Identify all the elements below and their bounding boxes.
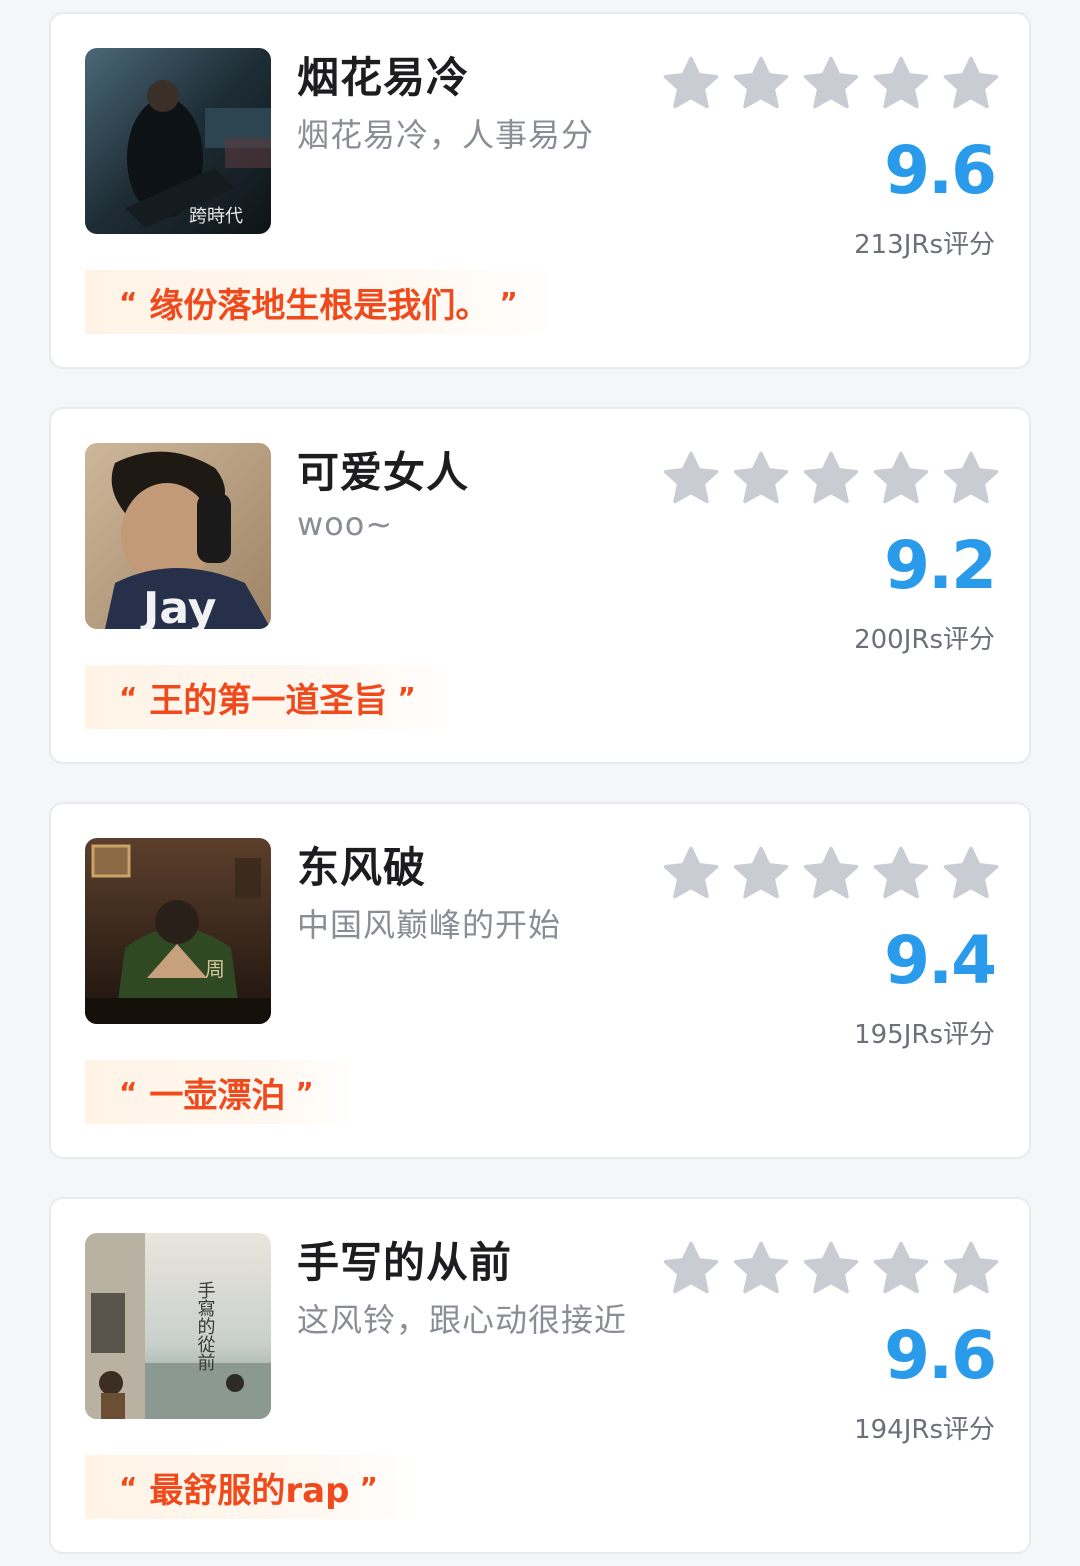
rating-stars[interactable] (661, 54, 1001, 114)
close-quote-mark: ” (397, 680, 416, 714)
average-score: 9.6 (884, 1317, 997, 1394)
cover-text: 手寫的從前 (195, 1281, 216, 1371)
star-icon[interactable] (661, 844, 721, 904)
cover-text: 周 (205, 957, 225, 981)
average-score: 9.6 (884, 132, 997, 209)
average-score: 9.2 (884, 527, 997, 604)
average-score: 9.4 (884, 922, 997, 999)
song-subtitle: 烟花易冷，人事易分 (297, 116, 595, 154)
star-icon[interactable] (731, 449, 791, 509)
album-cover: 手寫的從前 (85, 1233, 271, 1419)
rating-stars[interactable] (661, 1239, 1001, 1299)
album-cover: 跨時代 (85, 48, 271, 234)
song-title: 手写的从前 (297, 1238, 513, 1287)
comment-text: 王的第一道圣旨 (149, 680, 388, 721)
star-icon[interactable] (801, 1239, 861, 1299)
star-icon[interactable] (941, 449, 1001, 509)
open-quote-mark: “ (119, 1075, 138, 1109)
star-icon[interactable] (871, 844, 931, 904)
song-title: 东风破 (297, 843, 427, 892)
star-icon[interactable] (801, 844, 861, 904)
featured-comment[interactable]: “ 王的第一道圣旨 ” (85, 665, 456, 729)
featured-comment[interactable]: “ 缘份落地生根是我们。 ” (85, 270, 558, 334)
song-subtitle: 这风铃，跟心动很接近 (297, 1301, 628, 1339)
star-icon[interactable] (941, 1239, 1001, 1299)
star-icon[interactable] (661, 449, 721, 509)
star-icon[interactable] (871, 54, 931, 114)
rating-count: 195JRs评分 (854, 1020, 995, 1050)
open-quote-mark: “ (119, 680, 138, 714)
song-rating-list: 跨時代 烟花易冷 烟花易冷，人事易分 9.6 213JRs评分 “ 缘份落地生根… (0, 0, 1080, 1566)
close-quote-mark: ” (359, 1470, 378, 1504)
rating-count: 213JRs评分 (854, 230, 995, 260)
star-icon[interactable] (871, 1239, 931, 1299)
star-icon[interactable] (801, 54, 861, 114)
open-quote-mark: “ (119, 285, 138, 319)
song-card[interactable]: Jay 可爱女人 woo~ 9.2 200JRs评分 “ 王的第一道圣旨 ” (49, 407, 1031, 764)
star-icon[interactable] (731, 844, 791, 904)
star-icon[interactable] (941, 54, 1001, 114)
open-quote-mark: “ (119, 1470, 138, 1504)
star-icon[interactable] (731, 54, 791, 114)
close-quote-mark: ” (499, 285, 518, 319)
rating-stars[interactable] (661, 449, 1001, 509)
song-title: 可爱女人 (297, 448, 470, 497)
song-title: 烟花易冷 (297, 53, 470, 102)
star-icon[interactable] (871, 449, 931, 509)
featured-comment[interactable]: “ 一壶漂泊 ” (85, 1060, 354, 1124)
rating-count: 200JRs评分 (854, 625, 995, 655)
rating-stars[interactable] (661, 844, 1001, 904)
song-card[interactable]: 跨時代 烟花易冷 烟花易冷，人事易分 9.6 213JRs评分 “ 缘份落地生根… (49, 12, 1031, 369)
close-quote-mark: ” (295, 1075, 314, 1109)
cover-text: 跨時代 (189, 206, 243, 227)
star-icon[interactable] (941, 844, 1001, 904)
song-subtitle: woo~ (297, 505, 394, 543)
cover-text: Jay (140, 583, 216, 629)
star-icon[interactable] (801, 449, 861, 509)
featured-comment[interactable]: “ 最舒服的rap ” (85, 1455, 418, 1519)
star-icon[interactable] (661, 1239, 721, 1299)
song-subtitle: 中国风巅峰的开始 (297, 906, 562, 944)
comment-text: 最舒服的rap (149, 1470, 350, 1511)
album-cover: Jay (85, 443, 271, 629)
comment-text: 一壶漂泊 (149, 1075, 286, 1116)
star-icon[interactable] (731, 1239, 791, 1299)
comment-text: 缘份落地生根是我们。 (149, 285, 490, 326)
star-icon[interactable] (661, 54, 721, 114)
song-card[interactable]: 手寫的從前 手写的从前 这风铃，跟心动很接近 9.6 194JRs评分 “ 最舒… (49, 1197, 1031, 1554)
song-card[interactable]: 周 东风破 中国风巅峰的开始 9.4 195JRs评分 “ 一壶漂泊 ” (49, 802, 1031, 1159)
album-cover: 周 (85, 838, 271, 1024)
rating-count: 194JRs评分 (854, 1415, 995, 1445)
